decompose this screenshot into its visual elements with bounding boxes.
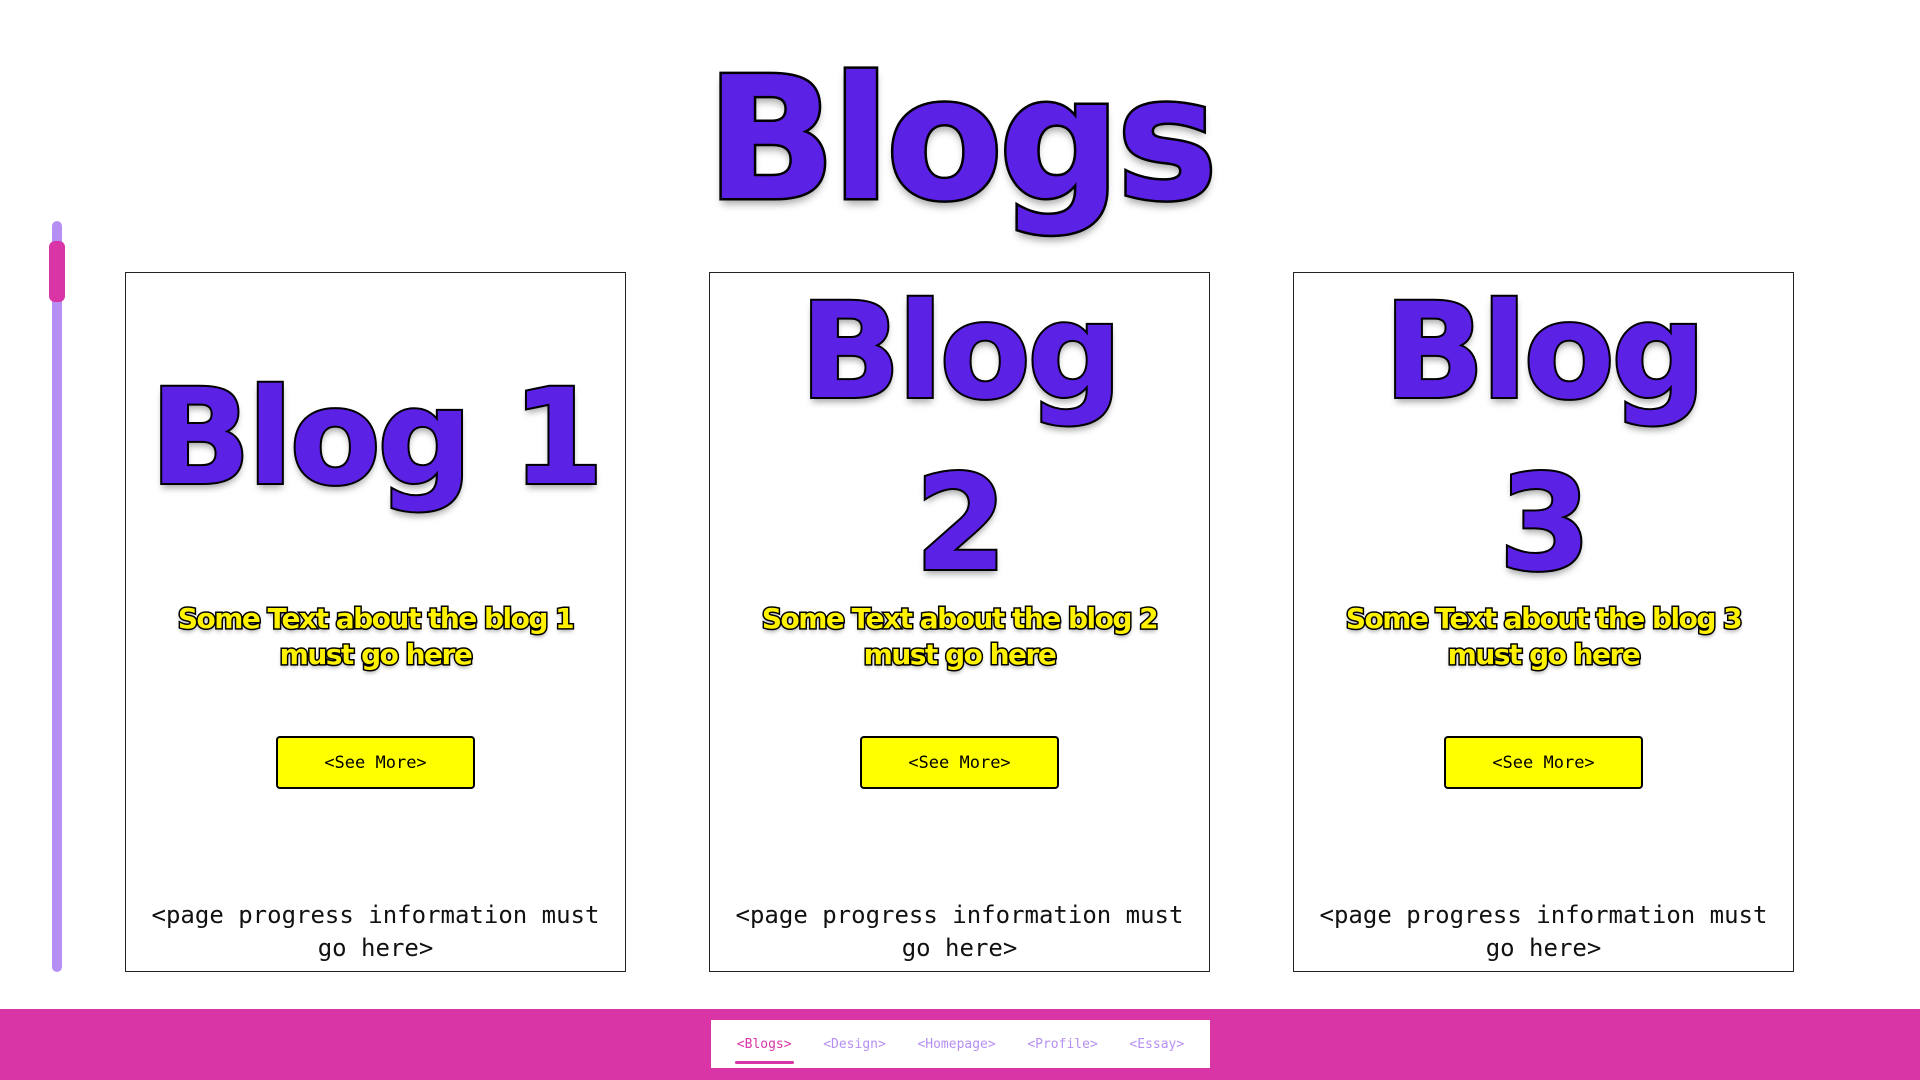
bottom-nav: <Blogs> <Design> <Homepage> <Profile> <E… (711, 1020, 1210, 1068)
page: Blogs Blog 1 Some Text about the blog 1 … (0, 0, 1920, 1080)
tab-essay[interactable]: <Essay> (1125, 1029, 1188, 1060)
tab-homepage[interactable]: <Homepage> (913, 1029, 999, 1060)
blog-card-text: Some Text about the blog 3 must go here (1344, 601, 1744, 673)
see-more-button[interactable]: <See More> (860, 736, 1059, 789)
page-title: Blogs (704, 39, 1221, 242)
tab-design[interactable]: <Design> (819, 1029, 890, 1060)
blog-card-1: Blog 1 Some Text about the blog 1 must g… (125, 272, 626, 972)
tab-blogs[interactable]: <Blogs> (733, 1029, 796, 1064)
blog-card-title: Blog 2 (798, 273, 1124, 603)
vertical-scrollbar-thumb[interactable] (49, 241, 65, 302)
blog-card-text: Some Text about the blog 1 must go here (176, 601, 576, 673)
see-more-button[interactable]: <See More> (276, 736, 475, 789)
blog-card-3: Blog 3 Some Text about the blog 3 must g… (1293, 272, 1794, 972)
see-more-button[interactable]: <See More> (1444, 736, 1643, 789)
blog-card-title: Blog 3 (1382, 273, 1708, 603)
page-progress-text: <page progress information must go here> (151, 901, 600, 962)
vertical-scrollbar-track[interactable] (52, 221, 62, 972)
tab-profile[interactable]: <Profile> (1023, 1029, 1101, 1060)
page-progress-text: <page progress information must go here> (1319, 901, 1768, 962)
blog-card-list: Blog 1 Some Text about the blog 1 must g… (125, 272, 1798, 972)
blog-card-2: Blog 2 Some Text about the blog 2 must g… (709, 272, 1210, 972)
page-progress-text: <page progress information must go here> (735, 901, 1184, 962)
blog-card-text: Some Text about the blog 2 must go here (760, 601, 1160, 673)
blog-card-title: Blog 1 (148, 359, 606, 517)
